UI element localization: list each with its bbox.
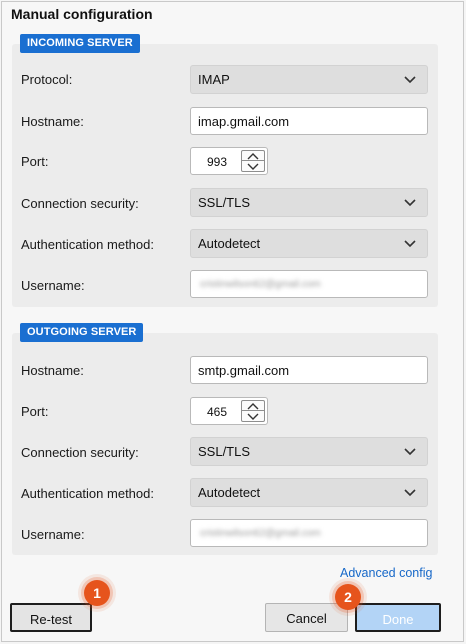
outgoing-port-label: Port: [21,404,49,419]
incoming-hostname-input[interactable]: imap.gmail.com [190,107,428,135]
incoming-server-badge: INCOMING SERVER [20,34,140,53]
chevron-down-icon [404,489,416,497]
outgoing-username-blurred-value: cristinwilson62@gmail.com [200,528,321,539]
chevron-up-icon [247,403,259,410]
outgoing-username-label: Username: [21,527,85,542]
incoming-auth-label: Authentication method: [21,237,154,252]
incoming-port-stepper[interactable]: 993 [190,147,268,175]
protocol-select[interactable]: IMAP [190,65,428,94]
outgoing-server-badge: OUTGOING SERVER [20,323,144,342]
outgoing-port-decrement[interactable] [242,411,264,421]
done-button[interactable]: Done [355,603,441,632]
outgoing-port-stepper[interactable]: 465 [190,397,268,425]
incoming-auth-value: Autodetect [198,236,261,251]
outgoing-security-select[interactable]: SSL/TLS [190,437,428,466]
incoming-hostname-label: Hostname: [21,114,84,129]
outgoing-auth-value: Autodetect [198,485,261,500]
advanced-config-link[interactable]: Advanced config [340,566,432,580]
outgoing-hostname-value: smtp.gmail.com [198,363,290,378]
protocol-label: Protocol: [21,72,73,87]
outgoing-hostname-label: Hostname: [21,363,84,378]
incoming-port-value: 993 [207,155,228,169]
protocol-value: IMAP [198,72,230,87]
chevron-down-icon [404,240,416,248]
outgoing-auth-label: Authentication method: [21,486,154,501]
chevron-down-icon [404,199,416,207]
chevron-up-icon [247,153,259,160]
incoming-username-input[interactable]: cristinwilson62@gmail.com [190,270,428,298]
incoming-hostname-value: imap.gmail.com [198,114,290,129]
incoming-port-spin-buttons [241,150,265,172]
incoming-port-increment[interactable] [242,151,264,161]
outgoing-port-spin-buttons [241,400,265,422]
chevron-down-icon [247,163,259,170]
chevron-down-icon [247,413,259,420]
incoming-auth-select[interactable]: Autodetect [190,229,428,258]
outgoing-port-value: 465 [207,405,228,419]
incoming-security-select[interactable]: SSL/TLS [190,188,428,217]
retest-button[interactable]: Re-test [10,603,92,632]
incoming-username-label: Username: [21,278,85,293]
chevron-down-icon [404,448,416,456]
incoming-username-blurred-value: cristinwilson62@gmail.com [200,279,321,290]
cancel-button[interactable]: Cancel [265,603,348,632]
incoming-security-value: SSL/TLS [198,195,251,210]
dialog-title: Manual configuration [11,6,153,22]
outgoing-security-label: Connection security: [21,445,139,460]
outgoing-hostname-input[interactable]: smtp.gmail.com [190,356,428,384]
outgoing-auth-select[interactable]: Autodetect [190,478,428,507]
incoming-port-decrement[interactable] [242,161,264,171]
step-marker-2: 2 [335,584,361,610]
chevron-down-icon [404,76,416,84]
incoming-port-label: Port: [21,154,49,169]
incoming-security-label: Connection security: [21,196,139,211]
outgoing-port-increment[interactable] [242,401,264,411]
step-marker-1: 1 [84,580,110,606]
outgoing-username-input[interactable]: cristinwilson62@gmail.com [190,519,428,547]
outgoing-security-value: SSL/TLS [198,444,251,459]
